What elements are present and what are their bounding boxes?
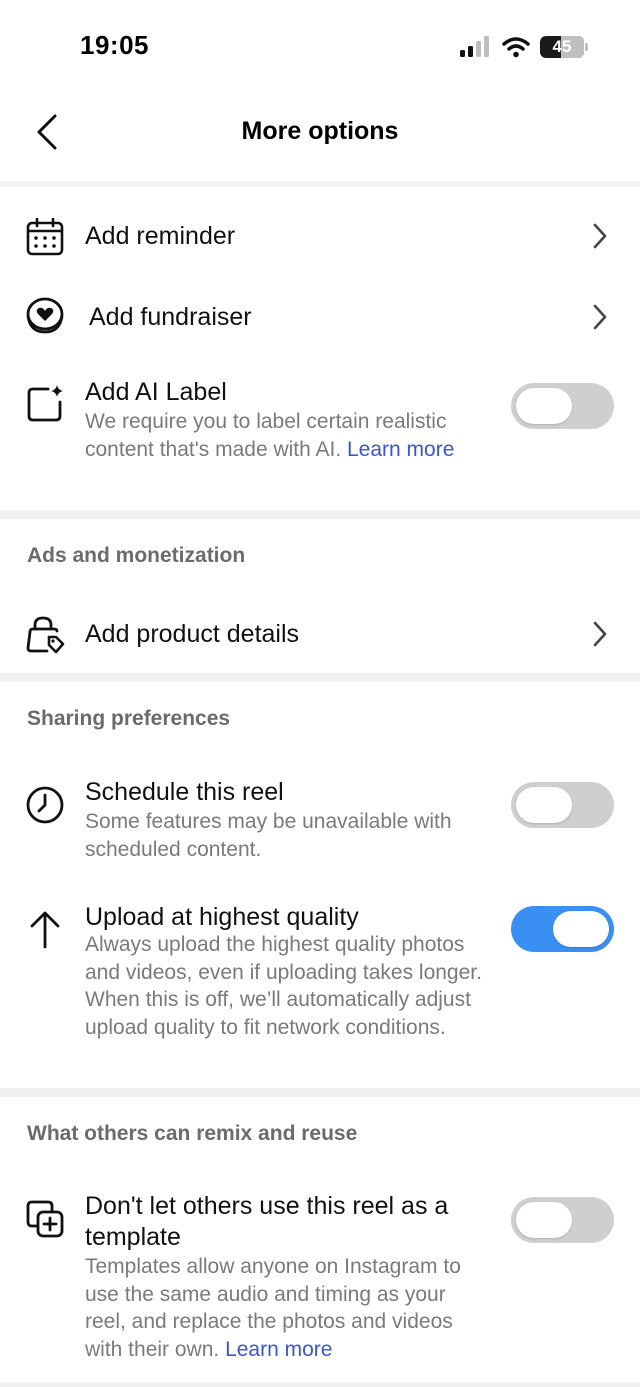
upload-highest-quality-description: Always upload the highest quality photos…	[85, 933, 482, 1039]
chevron-right-icon	[588, 302, 612, 332]
battery-icon: 45	[540, 36, 584, 58]
arrow-up-icon	[25, 909, 65, 949]
schedule-reel-toggle[interactable]	[511, 782, 614, 828]
section-divider	[0, 510, 640, 519]
status-icons: 45	[460, 33, 588, 61]
learn-more-link[interactable]: Learn more	[225, 1338, 332, 1361]
add-ai-label-title: Add AI Label	[85, 378, 227, 406]
schedule-reel-row: Schedule this reel Some features may be …	[0, 770, 640, 870]
template-title: Don't let others use this reel as a temp…	[85, 1192, 449, 1251]
add-fundraiser-label: Add fundraiser	[89, 303, 252, 331]
add-fundraiser-row[interactable]: Add fundraiser	[0, 286, 640, 350]
sparkle-square-icon	[25, 384, 65, 424]
toggle-knob	[516, 1202, 572, 1238]
add-reminder-label: Add reminder	[85, 222, 236, 250]
add-ai-label-row: Add AI Label We require you to label cer…	[0, 370, 640, 500]
sharing-section-header: Sharing preferences	[27, 707, 231, 730]
shopping-bag-tag-icon	[25, 615, 65, 655]
section-divider	[0, 1088, 640, 1097]
upload-quality-toggle[interactable]	[511, 906, 614, 952]
toggle-knob	[553, 911, 609, 947]
toggle-knob	[516, 388, 572, 424]
header-divider	[0, 181, 640, 187]
schedule-reel-title: Schedule this reel	[85, 778, 284, 806]
heart-coin-icon	[25, 297, 65, 337]
wifi-icon	[502, 37, 530, 58]
page-title: More options	[241, 117, 399, 145]
section-divider	[0, 673, 640, 682]
chevron-right-icon	[588, 619, 612, 649]
status-time: 19:05	[80, 30, 149, 60]
schedule-reel-description: Some features may be unavailable with sc…	[85, 810, 452, 861]
clock-icon	[25, 785, 65, 825]
chevron-right-icon	[588, 221, 612, 251]
template-toggle[interactable]	[511, 1197, 614, 1243]
add-copy-icon	[25, 1199, 65, 1239]
template-row: Don't let others use this reel as a temp…	[0, 1185, 640, 1375]
battery-level: 45	[552, 37, 572, 56]
remix-section-header: What others can remix and reuse	[27, 1122, 358, 1145]
toggle-knob	[516, 787, 572, 823]
add-product-details-label: Add product details	[85, 620, 300, 648]
add-ai-label-description: We require you to label certain realisti…	[85, 408, 485, 463]
status-bar: 19:05 45	[0, 0, 640, 95]
template-description: Templates allow anyone on Instagram to u…	[85, 1253, 485, 1363]
add-reminder-row[interactable]: Add reminder	[0, 205, 640, 269]
ads-section-header: Ads and monetization	[27, 544, 246, 567]
ai-label-toggle[interactable]	[511, 383, 614, 429]
nav-header: More options	[0, 95, 640, 177]
learn-more-link[interactable]: Learn more	[347, 438, 454, 461]
calendar-icon	[25, 217, 65, 257]
upload-highest-quality-row: Upload at highest quality Always upload …	[0, 895, 640, 1075]
cellular-signal-icon	[460, 36, 489, 57]
upload-highest-quality-title: Upload at highest quality	[85, 903, 359, 931]
section-divider	[0, 1382, 640, 1387]
add-product-details-row[interactable]: Add product details	[0, 603, 640, 667]
